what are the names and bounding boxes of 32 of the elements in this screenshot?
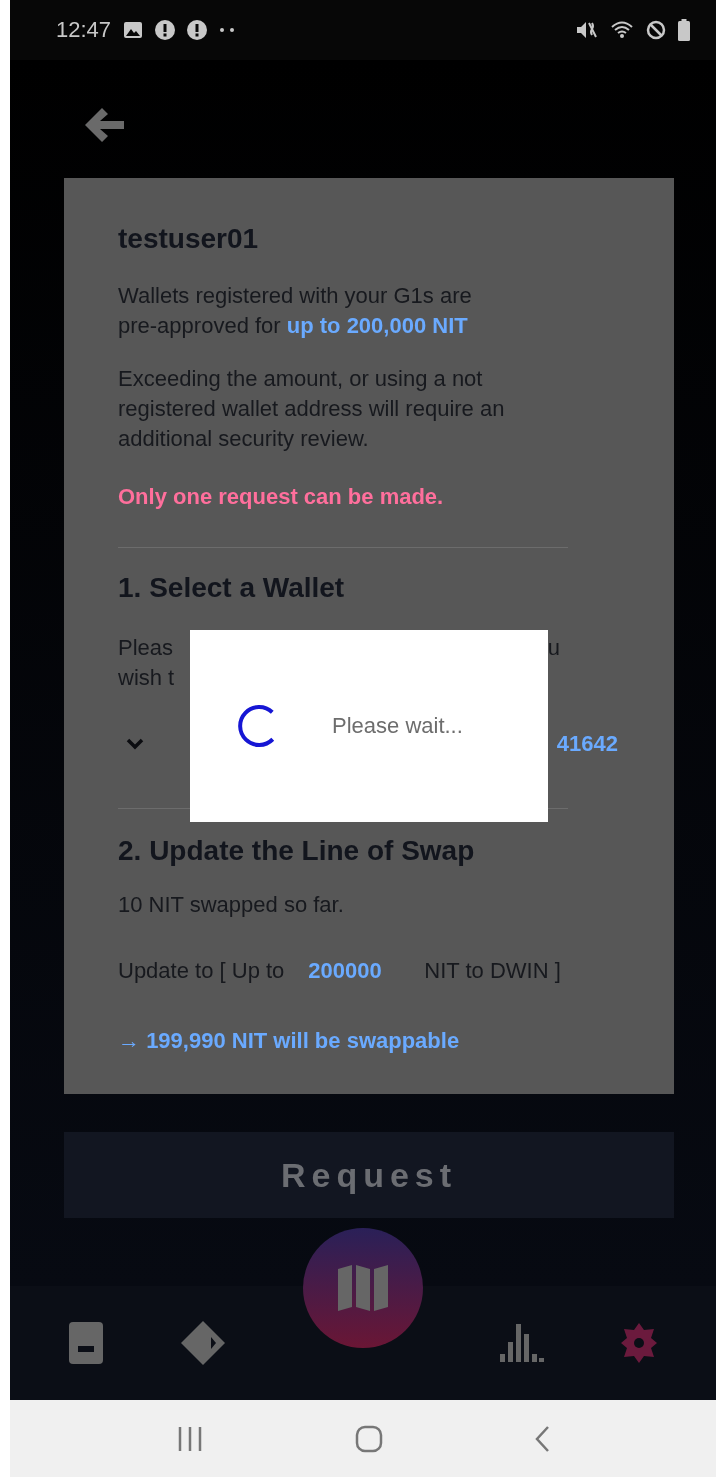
- pre-approval-text: Wallets registered with your G1s are pre-approved for up to 200,000 NIT: [118, 282, 473, 340]
- security-notice: Exceeding the amount, or using a not registered wallet address will require an additional security review.: [118, 365, 506, 453]
- amount-input[interactable]: 200000: [296, 958, 413, 984]
- chevron-down-icon[interactable]: [126, 738, 144, 750]
- mute-icon: [576, 20, 598, 40]
- wallet-prompt-text: Pleas: [118, 634, 174, 662]
- username: testuser01: [118, 222, 260, 256]
- loading-message: Please wait...: [332, 713, 463, 739]
- swapped-amount-text: 10 NIT swapped so far.: [118, 891, 345, 919]
- swappable-result: → 199,990 NIT will be swappable: [118, 1027, 461, 1055]
- alert-icon: [187, 20, 208, 40]
- warning-text: Only one request can be made.: [118, 483, 445, 511]
- section-title: 1. Select a Wallet: [118, 571, 346, 605]
- card-icon[interactable]: [68, 1322, 103, 1364]
- battery-icon: [678, 19, 690, 41]
- section-title: 2. Update the Line of Swap: [118, 834, 476, 868]
- blocked-icon: [646, 20, 666, 40]
- back-icon[interactable]: [534, 1424, 551, 1453]
- bar-chart-icon[interactable]: [500, 1324, 545, 1362]
- wifi-icon: [610, 20, 634, 40]
- request-button[interactable]: Request: [64, 1132, 674, 1218]
- home-icon[interactable]: [355, 1424, 383, 1453]
- wallet-prompt-text: u: [547, 634, 560, 662]
- update-label: NIT to DWIN ]: [424, 957, 561, 985]
- status-time: 12:47: [56, 17, 112, 43]
- wallet-address[interactable]: 41642: [556, 729, 618, 759]
- wallet-prompt-text: wish t: [118, 665, 175, 690]
- update-label: Update to [ Up to: [118, 957, 285, 985]
- tag-icon[interactable]: [179, 1320, 226, 1366]
- image-icon: [123, 21, 144, 39]
- alert-icon: [155, 20, 176, 40]
- more-icon: [219, 27, 236, 33]
